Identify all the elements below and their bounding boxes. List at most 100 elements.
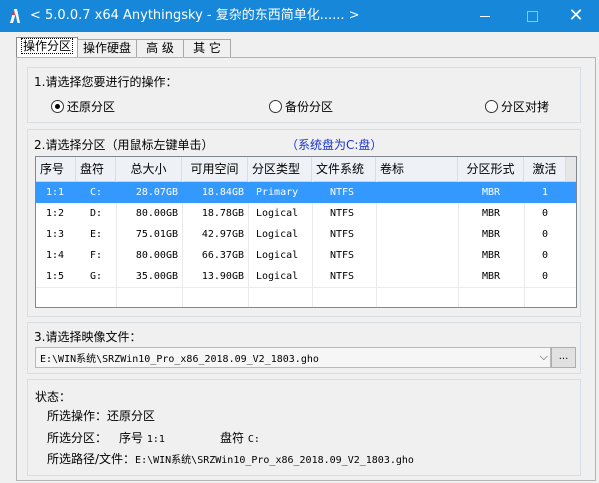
col-active[interactable]: 激活 (524, 157, 566, 181)
tab-partition-ops[interactable]: 操作分区 (16, 37, 78, 58)
partition-title: 2.请选择分区（用鼠标左键单击） (34, 138, 214, 152)
cell-active: 0 (541, 208, 549, 219)
cell-no: 1:3 (46, 229, 65, 240)
tab-label: 高 级 (146, 41, 174, 55)
tab-label: 其 它 (193, 41, 221, 55)
cell-active: 0 (541, 271, 549, 282)
status-partition: 所选分区： (47, 429, 107, 446)
minimize-icon (480, 15, 490, 17)
col-total[interactable]: 总大小 (116, 157, 182, 181)
col-drive[interactable]: 盘符 (76, 157, 116, 181)
status-partition-no: 序号 1:1 (119, 429, 165, 446)
col-fs[interactable]: 文件系统 (312, 157, 376, 181)
col-label[interactable]: 卷标 (376, 157, 458, 181)
cell-drive: D: (90, 208, 103, 219)
image-file-select[interactable]: E:\WIN系统\SRZWin10_Pro_x86_2018.09_V2_180… (35, 347, 551, 368)
cell-free: 42.97GB (201, 229, 244, 240)
radio-restore[interactable]: 还原分区 (51, 98, 115, 115)
app-icon (10, 9, 20, 23)
grid-line (36, 287, 576, 288)
tab-advanced[interactable]: 高 级 (136, 39, 184, 57)
cell-active: 1 (541, 187, 549, 198)
radio-dot (269, 100, 282, 113)
cell-total: 80.00GB (135, 208, 178, 219)
cell-drive: C: (90, 187, 103, 198)
radio-copy[interactable]: 分区对拷 (485, 98, 549, 115)
title-bar[interactable]: < 5.0.0.7 x64 Anythingsky - 复杂的东西简单化....… (0, 0, 599, 32)
table-row[interactable]: 1:5 G: 35.00GB 13.90GB Logical NTFS MBR … (36, 266, 576, 287)
maximize-button[interactable] (509, 0, 555, 32)
cell-total: 35.00GB (135, 271, 178, 282)
status-partition-drive-label: 盘符 (220, 431, 245, 445)
cell-type: Logical (256, 229, 299, 240)
cell-fs: NTFS (330, 250, 355, 261)
tab-disk-ops[interactable]: 操作硬盘 (77, 39, 137, 57)
radio-dot-selected (51, 100, 64, 113)
cell-fs: NTFS (330, 208, 355, 219)
status-operation-value: 还原分区 (107, 409, 156, 423)
status-path-label: 所选路径/文件： (47, 452, 136, 466)
col-type[interactable]: 分区类型 (248, 157, 312, 181)
table-header: 序号 盘符 总大小 可用空间 分区类型 文件系统 卷标 分区形式 激活 (36, 157, 576, 182)
radio-label: 还原分区 (67, 100, 116, 114)
chevron-down-icon[interactable]: ⌵ (540, 350, 548, 364)
status-partition-drive-value: C: (247, 434, 260, 445)
status-operation-label: 所选操作： (47, 409, 108, 423)
cell-style: MBR (481, 229, 501, 240)
close-icon: ✕ (568, 5, 584, 26)
table-row[interactable]: 1:3 E: 75.01GB 42.97GB Logical NTFS MBR … (36, 224, 576, 245)
radio-label: 分区对拷 (501, 100, 550, 114)
partition-table[interactable]: 序号 盘符 总大小 可用空间 分区类型 文件系统 卷标 分区形式 激活 1:1 … (35, 156, 577, 308)
cell-style: MBR (481, 187, 501, 198)
status-operation: 所选操作：还原分区 (47, 407, 155, 424)
status-path-value: E:\WIN系统\SRZWin10_Pro_x86_2018.09_V2_180… (135, 455, 414, 466)
tab-label: 操作硬盘 (82, 41, 131, 55)
system-disk-note: （系统盘为C:盘） (286, 138, 383, 152)
cell-type: Logical (256, 208, 299, 219)
cell-style: MBR (481, 271, 501, 282)
cell-type: Logical (256, 250, 299, 261)
cell-active: 0 (541, 250, 549, 261)
col-free[interactable]: 可用空间 (182, 157, 248, 181)
table-row[interactable]: 1:2 D: 80.00GB 18.78GB Logical NTFS MBR … (36, 203, 576, 224)
status-path: 所选路径/文件：E:\WIN系统\SRZWin10_Pro_x86_2018.0… (47, 450, 414, 467)
cell-free: 18.84GB (201, 187, 244, 198)
cell-style: MBR (481, 208, 501, 219)
tab-label: 操作分区 (20, 38, 73, 54)
image-file-value: E:\WIN系统\SRZWin10_Pro_x86_2018.09_V2_180… (40, 354, 319, 365)
cell-type: Primary (256, 187, 299, 198)
cell-total: 75.01GB (135, 229, 178, 240)
minimize-button[interactable] (462, 0, 508, 32)
status-partition-drive: 盘符 C: (220, 429, 260, 446)
maximize-icon (526, 10, 538, 22)
col-no[interactable]: 序号 (36, 157, 76, 181)
operation-title: 1.请选择您要进行的操作： (34, 75, 178, 89)
cell-fs: NTFS (330, 229, 355, 240)
radio-backup[interactable]: 备份分区 (269, 98, 333, 115)
cell-total: 80.00GB (135, 250, 178, 261)
cell-drive: G: (90, 271, 103, 282)
status-partition-label: 所选分区： (47, 431, 108, 445)
tab-other[interactable]: 其 它 (183, 39, 231, 57)
cell-type: Logical (256, 271, 299, 282)
cell-free: 66.37GB (201, 250, 244, 261)
cell-no: 1:2 (46, 208, 65, 219)
cell-drive: E: (90, 229, 103, 240)
radio-label: 备份分区 (285, 100, 334, 114)
image-file-title: 3.请选择映像文件： (34, 330, 142, 344)
radio-dot (485, 100, 498, 113)
table-row[interactable]: 1:1 C: 28.07GB 18.84GB Primary NTFS MBR … (36, 182, 576, 203)
cell-fs: NTFS (330, 271, 355, 282)
cell-style: MBR (481, 250, 501, 261)
close-button[interactable]: ✕ (553, 0, 599, 32)
status-partition-no-value: 1:1 (146, 434, 165, 445)
status-partition-no-label: 序号 (119, 431, 144, 445)
table-row[interactable]: 1:4 F: 80.00GB 66.37GB Logical NTFS MBR … (36, 245, 576, 266)
cell-free: 18.78GB (201, 208, 244, 219)
cell-total: 28.07GB (135, 187, 178, 198)
status-title: 状态： (35, 390, 72, 404)
cell-active: 0 (541, 229, 549, 240)
cell-fs: NTFS (330, 187, 355, 198)
col-style[interactable]: 分区形式 (458, 157, 524, 181)
browse-button[interactable]: ... (551, 347, 576, 368)
